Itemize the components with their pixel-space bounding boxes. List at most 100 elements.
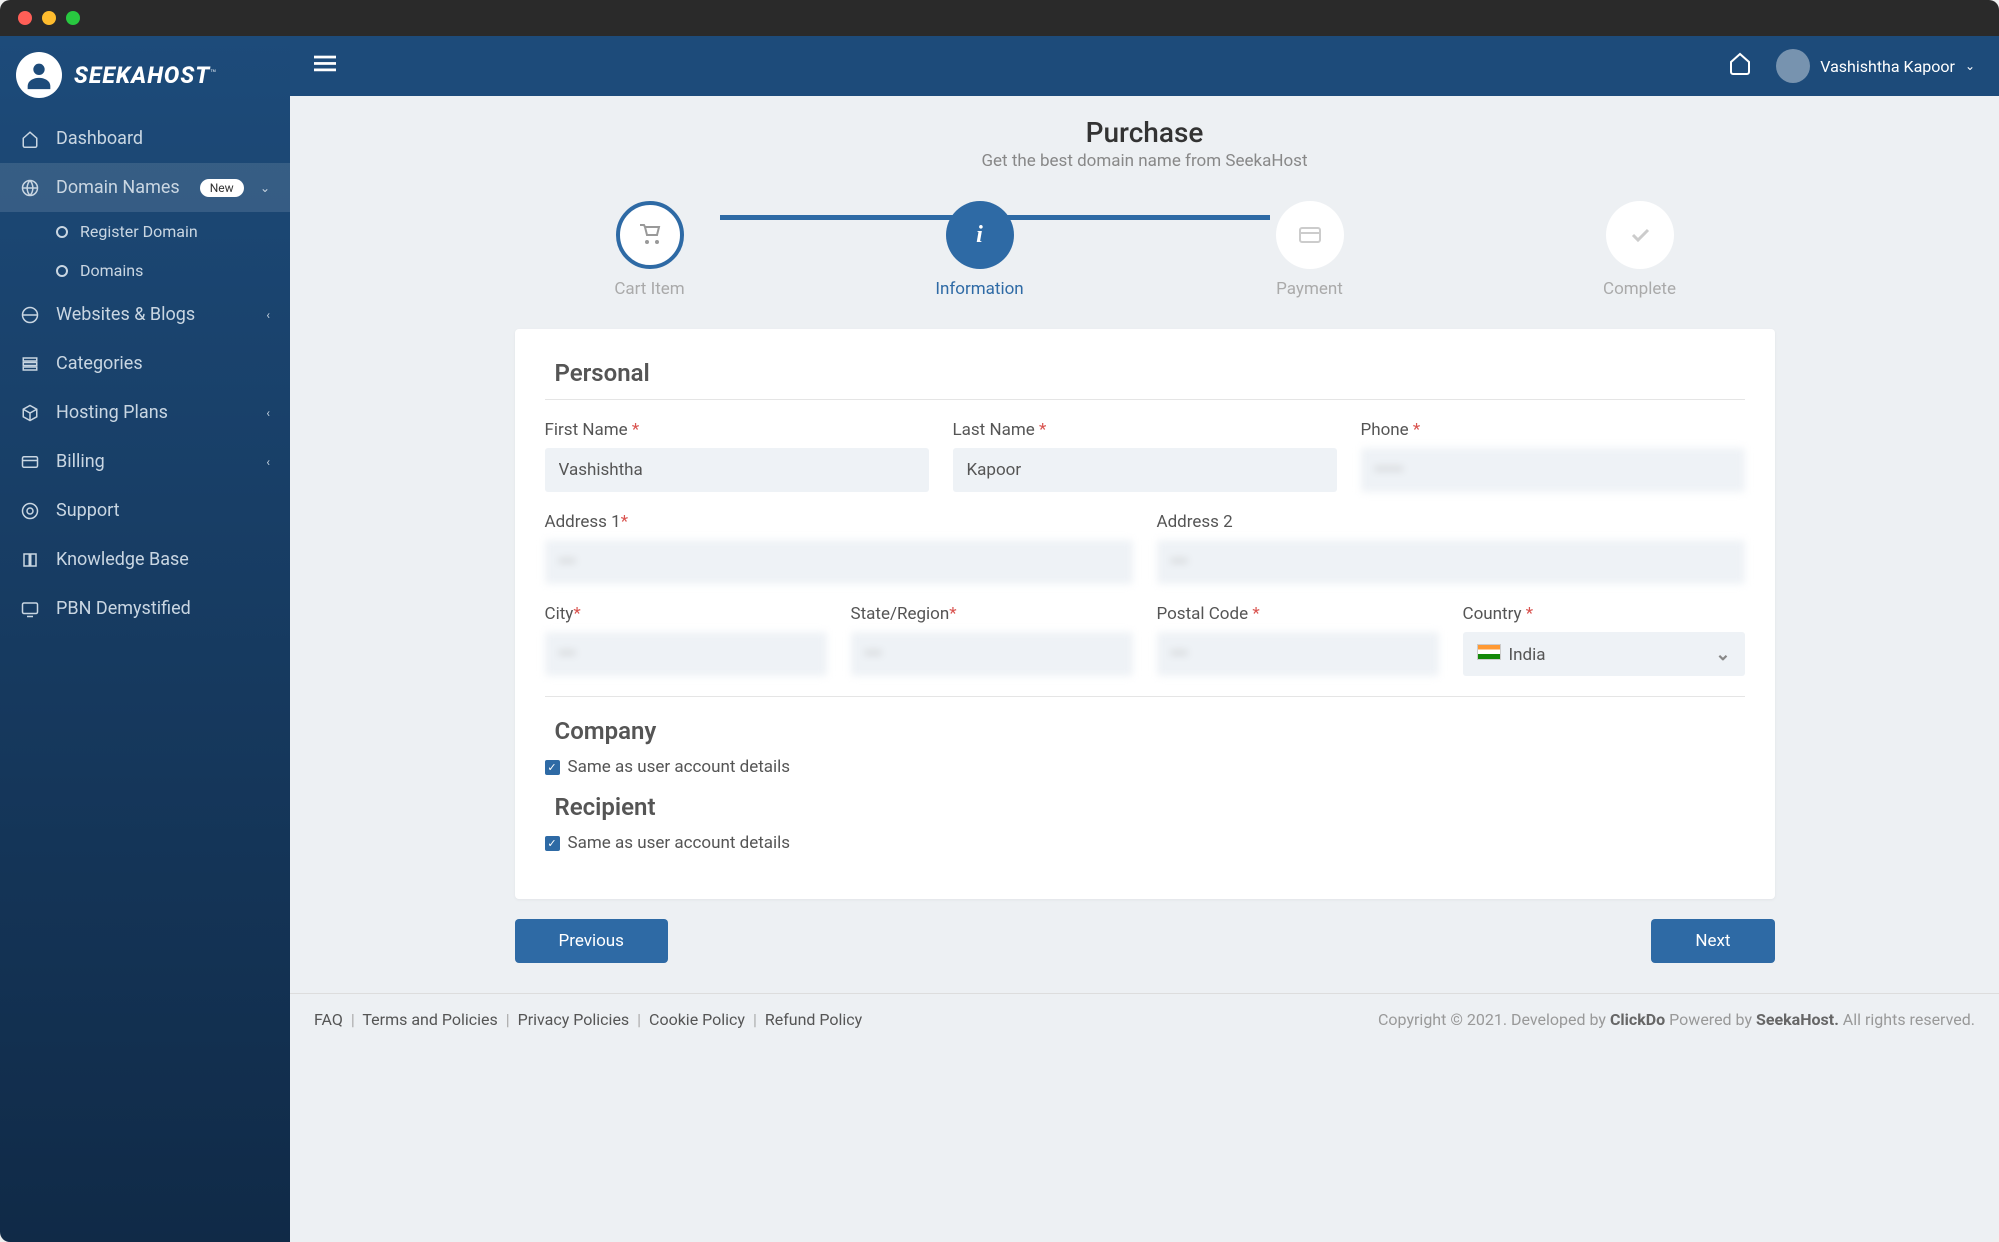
previous-button[interactable]: Previous — [515, 919, 668, 963]
sidebar-item-hosting-plans[interactable]: Hosting Plans ‹ — [0, 388, 290, 437]
sidebar: SEEKAHOST™ Dashboard Domain Names New ⌄ — [0, 36, 290, 1242]
city-input[interactable] — [545, 632, 827, 676]
section-personal: Personal — [545, 359, 1745, 400]
step-label: Payment — [1276, 279, 1343, 299]
first-name-input[interactable] — [545, 448, 929, 492]
postal-code-input[interactable] — [1157, 632, 1439, 676]
checkbox-label: Same as user account details — [568, 833, 791, 853]
step-label: Complete — [1603, 279, 1676, 299]
phone-input[interactable] — [1361, 448, 1745, 492]
terms-link[interactable]: Terms and Policies — [362, 1010, 497, 1029]
step-information-button[interactable]: i — [946, 201, 1014, 269]
state-label: State/Region* — [851, 604, 1133, 624]
footer-copyright: Copyright © 2021. Developed by ClickDo P… — [1378, 1010, 1975, 1029]
new-badge: New — [200, 179, 244, 197]
minimize-window-button[interactable] — [42, 11, 56, 25]
next-button[interactable]: Next — [1651, 919, 1774, 963]
user-menu[interactable]: Vashishtha Kapoor ⌄ — [1776, 49, 1975, 83]
button-row: Previous Next — [515, 919, 1775, 963]
user-name: Vashishtha Kapoor — [1820, 57, 1955, 76]
close-window-button[interactable] — [18, 11, 32, 25]
list-icon — [20, 355, 40, 373]
home-icon-button[interactable] — [1728, 51, 1752, 81]
avatar — [1776, 49, 1810, 83]
step-payment-button[interactable] — [1276, 201, 1344, 269]
brand-icon — [16, 52, 62, 98]
privacy-link[interactable]: Privacy Policies — [518, 1010, 630, 1029]
chevron-left-icon: ‹ — [266, 406, 270, 420]
country-label: Country * — [1463, 604, 1745, 624]
checkbox-label: Same as user account details — [568, 757, 791, 777]
sidebar-label: Domain Names — [56, 177, 180, 198]
sidebar-sublabel: Register Domain — [80, 222, 198, 241]
chevron-left-icon: ‹ — [266, 308, 270, 322]
bullet-icon — [56, 226, 68, 238]
sidebar-item-domain-names[interactable]: Domain Names New ⌄ — [0, 163, 290, 212]
first-name-label: First Name * — [545, 420, 929, 440]
section-recipient: Recipient — [545, 793, 1745, 825]
maximize-window-button[interactable] — [66, 11, 80, 25]
sidebar-subitem-domains[interactable]: Domains — [0, 251, 290, 290]
postal-code-label: Postal Code * — [1157, 604, 1439, 624]
last-name-label: Last Name * — [953, 420, 1337, 440]
chevron-down-icon: ⌄ — [1965, 59, 1975, 73]
cookie-link[interactable]: Cookie Policy — [649, 1010, 745, 1029]
country-select[interactable]: India ⌄ — [1463, 632, 1745, 676]
globe-icon — [20, 306, 40, 324]
sidebar-item-websites-blogs[interactable]: Websites & Blogs ‹ — [0, 290, 290, 339]
sidebar-label: PBN Demystified — [56, 598, 191, 619]
divider — [545, 696, 1745, 697]
hamburger-menu-button[interactable] — [314, 52, 336, 80]
sidebar-item-support[interactable]: Support — [0, 486, 290, 535]
sidebar-subitem-register-domain[interactable]: Register Domain — [0, 212, 290, 251]
sidebar-item-knowledge-base[interactable]: Knowledge Base — [0, 535, 290, 584]
sidebar-label: Dashboard — [56, 128, 143, 149]
address1-input[interactable] — [545, 540, 1133, 584]
brand-logo[interactable]: SEEKAHOST™ — [0, 36, 290, 114]
brand-name: SEEKAHOST — [74, 62, 210, 89]
sidebar-sublabel: Domains — [80, 261, 143, 280]
page-subtitle: Get the best domain name from SeekaHost — [290, 151, 1999, 171]
recipient-same-checkbox[interactable]: ✓ — [545, 836, 560, 851]
sidebar-label: Websites & Blogs — [56, 304, 195, 325]
sidebar-label: Billing — [56, 451, 105, 472]
address2-input[interactable] — [1157, 540, 1745, 584]
form-card: Personal First Name * Last Name * Phone … — [515, 329, 1775, 899]
phone-label: Phone * — [1361, 420, 1745, 440]
state-input[interactable] — [851, 632, 1133, 676]
step-complete-button[interactable] — [1606, 201, 1674, 269]
credit-card-icon — [20, 453, 40, 471]
main-content: Vashishtha Kapoor ⌄ Purchase Get the bes… — [290, 36, 1999, 1242]
country-value: India — [1509, 645, 1546, 665]
chevron-down-icon: ⌄ — [260, 181, 270, 195]
footer: FAQ | Terms and Policies | Privacy Polic… — [290, 993, 1999, 1045]
faq-link[interactable]: FAQ — [314, 1010, 343, 1029]
box-icon — [20, 404, 40, 422]
home-icon — [20, 130, 40, 148]
screen-icon — [20, 600, 40, 618]
footer-links: FAQ | Terms and Policies | Privacy Polic… — [314, 1010, 862, 1029]
info-icon: i — [976, 222, 983, 249]
topbar: Vashishtha Kapoor ⌄ — [290, 36, 1999, 96]
brand-tm: ™ — [210, 68, 216, 79]
support-icon — [20, 502, 40, 520]
chevron-left-icon: ‹ — [266, 455, 270, 469]
globe-icon — [20, 179, 40, 197]
step-cart-button[interactable] — [616, 201, 684, 269]
refund-link[interactable]: Refund Policy — [765, 1010, 862, 1029]
sidebar-item-pbn[interactable]: PBN Demystified — [0, 584, 290, 633]
bullet-icon — [56, 265, 68, 277]
last-name-input[interactable] — [953, 448, 1337, 492]
sidebar-item-billing[interactable]: Billing ‹ — [0, 437, 290, 486]
book-icon — [20, 551, 40, 569]
flag-india-icon — [1477, 644, 1501, 660]
step-label: Information — [935, 279, 1023, 299]
sidebar-item-dashboard[interactable]: Dashboard — [0, 114, 290, 163]
company-same-checkbox[interactable]: ✓ — [545, 760, 560, 775]
page-title: Purchase — [290, 116, 1999, 149]
sidebar-label: Support — [56, 500, 120, 521]
mac-titlebar — [0, 0, 1999, 36]
chevron-down-icon: ⌄ — [1715, 644, 1730, 665]
sidebar-label: Knowledge Base — [56, 549, 189, 570]
sidebar-item-categories[interactable]: Categories — [0, 339, 290, 388]
